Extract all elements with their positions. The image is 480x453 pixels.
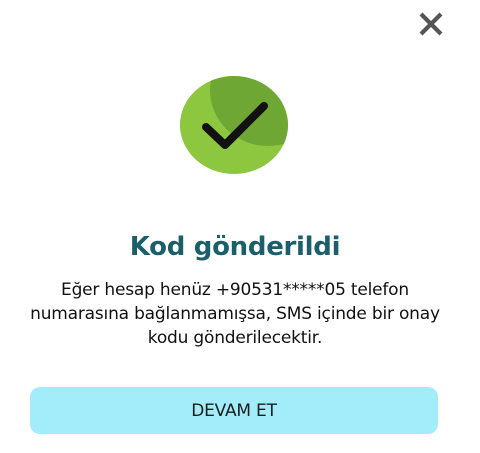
- close-icon: [419, 12, 443, 36]
- checkmark-icon: [180, 76, 288, 174]
- dialog-message: Eğer hesap henüz +90531*****05 telefon n…: [30, 280, 440, 348]
- success-badge: [180, 76, 288, 174]
- dialog-title: Kod gönderildi: [129, 232, 341, 262]
- sms-sent-dialog: Kod gönderildi Eğer hesap henüz +90531**…: [0, 0, 480, 453]
- close-button[interactable]: [414, 7, 448, 41]
- continue-button[interactable]: DEVAM ET: [30, 387, 438, 434]
